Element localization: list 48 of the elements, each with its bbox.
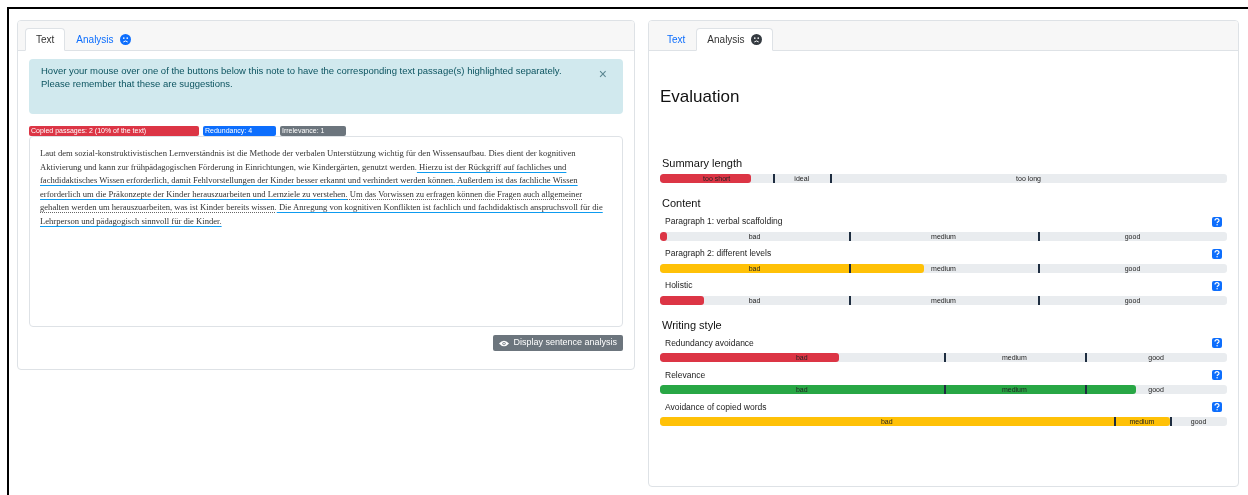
frown-icon — [119, 34, 131, 45]
help-icon — [1214, 217, 1220, 226]
sentence-analysis-button[interactable]: Display sentence analysis — [493, 335, 623, 351]
help-button[interactable] — [1212, 338, 1222, 348]
help-button[interactable] — [1212, 216, 1222, 227]
help-icon — [1214, 403, 1220, 411]
threshold-marker — [943, 385, 946, 394]
threshold-marker — [830, 174, 833, 183]
threshold-marker — [1038, 263, 1040, 273]
threshold-marker — [849, 295, 851, 305]
alert-text: Please remember that these are suggestions. — [41, 77, 234, 90]
tab[interactable]: Text — [25, 28, 66, 51]
help-button[interactable] — [1212, 248, 1222, 259]
tab[interactable]: Analysis — [65, 28, 142, 51]
metric-label: Redundancy avoidance — [665, 336, 754, 350]
threshold-marker — [849, 263, 851, 273]
help-button[interactable] — [1212, 280, 1222, 291]
threshold-marker — [1038, 231, 1040, 241]
metric-label: Holistic — [665, 279, 693, 292]
threshold-marker — [1038, 295, 1040, 305]
metric-label: Paragraph 1: verbal scaffolding — [665, 215, 783, 228]
metric-label: Relevance — [665, 368, 706, 382]
threshold-marker — [773, 174, 776, 183]
help-button[interactable] — [1212, 402, 1222, 412]
threshold-marker — [1170, 417, 1173, 426]
alert-text: Hover your mouse over one of the buttons below this note to have the corresponding text passage(s) highlighted separately. — [41, 64, 562, 77]
section-heading: Summary length — [662, 155, 744, 171]
help-icon — [1214, 339, 1220, 347]
threshold-marker — [1085, 385, 1088, 394]
section-heading: Content — [662, 196, 702, 211]
tab[interactable]: Analysis — [696, 28, 773, 51]
metric-label: Paragraph 2: different levels — [665, 247, 772, 260]
eye-icon — [499, 339, 510, 347]
close-button[interactable]: × — [598, 67, 607, 81]
threshold-marker — [1085, 353, 1088, 362]
frown-icon — [750, 34, 762, 45]
summary-text: Laut dem sozial-konstruktivistischen Lernverständnis ist die Methode der verbalen Unterstützung wichtig für den Wissensaufbau. Dies dient der kognitiven Aktivierung und kann zur frühpädagogischen Förderung in Einrichtungen, wie Kindergärten, genutzt werden. Hierzu ist der Rückgriff auf fachliches und fachdidaktisches Wissen erforderlich, damit Fehlvorstellungen der Kinder besser erkannt und verhindert werden können. Außerdem ist das fachliche Wissen erforderlich um die Präkonzepte der Kinder herauszuarbeiten und Lernziele zu verstehen. Um das Vorwissen zu erfragen können die Fragen auch allgemeiner gehalten werden um herauszuarbeiten, was ist Kinder bereits wissen. Die Anregung von kognitiven Konflikten ist fachlich und fachdidaktisch anspruchsvoll für die Lehrperson und pädagogisch sinnvoll für die Kinder. — [40, 147, 604, 228]
tab[interactable]: Text — [656, 28, 697, 51]
threshold-marker — [943, 353, 946, 362]
section-heading: Writing style — [662, 317, 723, 333]
threshold-marker — [1113, 417, 1116, 426]
help-icon — [1214, 249, 1220, 258]
metric-label: Avoidance of copied words — [665, 400, 767, 414]
threshold-marker — [849, 231, 851, 241]
help-icon — [1214, 281, 1220, 290]
help-icon — [1214, 371, 1220, 379]
help-button[interactable] — [1212, 370, 1222, 380]
evaluation-title: Evaluation — [660, 86, 741, 108]
